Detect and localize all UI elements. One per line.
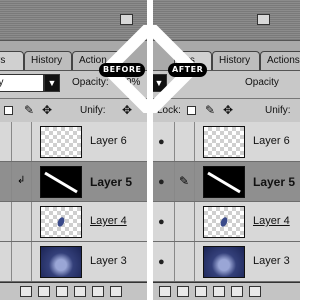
before-badge: BEFORE (99, 63, 146, 77)
layer-thumbnail (40, 206, 82, 238)
opacity-label: Opacity: (72, 77, 109, 88)
lock-label: Lock: (157, 105, 181, 116)
link-toggle[interactable] (12, 122, 32, 161)
before-panel: rs History Action ay ▼ Opacity: 0% ✎ ✥ U… (0, 0, 147, 300)
tab-layers[interactable]: rs (0, 51, 24, 70)
layer-thumbnail (40, 246, 82, 278)
link-toggle[interactable]: ↲ (12, 162, 32, 201)
layer-mask-button[interactable] (177, 286, 189, 297)
brush-lock-icon[interactable]: ✎ (24, 103, 34, 117)
lock-transparency-checkbox[interactable] (187, 106, 196, 115)
blend-mode-select[interactable]: ay (0, 74, 44, 92)
layer-name[interactable]: Layer 4 (253, 215, 290, 227)
eye-icon[interactable]: ● (158, 216, 165, 228)
link-toggle[interactable] (12, 242, 32, 281)
palette-bottom-bar (0, 282, 147, 300)
brush-stroke-icon (44, 171, 78, 194)
visibility-toggle[interactable] (0, 122, 12, 161)
new-set-button[interactable] (195, 286, 207, 297)
visibility-toggle[interactable]: ● (153, 202, 175, 241)
tab-history[interactable]: History (212, 51, 260, 70)
lock-transparency-checkbox[interactable] (4, 106, 13, 115)
layer-mask-button[interactable] (38, 286, 50, 297)
layer-thumbnail (203, 246, 245, 278)
link-toggle[interactable]: ✎ (175, 162, 195, 201)
layer-thumbnail (40, 166, 82, 198)
adjustment-layer-button[interactable] (74, 286, 86, 297)
move-lock-icon[interactable]: ✥ (223, 103, 233, 117)
layer-row[interactable]: Layer 4 (0, 202, 147, 242)
brush-lock-icon[interactable]: ✎ (205, 103, 215, 117)
delete-layer-button[interactable] (249, 286, 261, 297)
link-toggle[interactable] (175, 122, 195, 161)
layer-name[interactable]: Layer 6 (90, 135, 127, 147)
layers-list: Layer 6 ↲ Layer 5 Layer 4 Layer 3 (0, 122, 147, 282)
center-divider (147, 0, 153, 300)
new-layer-button[interactable] (92, 286, 104, 297)
link-toggle[interactable] (175, 242, 195, 281)
link-toggle[interactable] (12, 202, 32, 241)
layer-name[interactable]: Layer 3 (253, 255, 290, 267)
visibility-toggle[interactable] (0, 202, 12, 241)
opacity-value[interactable]: 0% (126, 77, 140, 88)
opacity-label: Opacity (245, 77, 279, 88)
palette-bottom-bar (153, 282, 300, 300)
layer-thumbnail (203, 166, 245, 198)
layer-name[interactable]: Layer 3 (90, 255, 127, 267)
layer-style-button[interactable] (159, 286, 171, 297)
brush-link-icon: ↲ (17, 175, 26, 186)
eye-icon[interactable]: ● (158, 176, 165, 188)
unify-position-icon[interactable]: ✥ (122, 103, 132, 117)
after-panel: ers History Actions ▼ Opacity Lock: ✎ ✥ … (153, 0, 300, 300)
after-badge: AFTER (168, 63, 208, 77)
layer-name[interactable]: Layer 6 (253, 135, 290, 147)
layer-row-selected[interactable]: ↲ Layer 5 (0, 162, 147, 202)
layer-row[interactable]: ● Layer 4 (153, 202, 300, 242)
unify-label: Unify: (265, 105, 291, 116)
brush-stroke-icon (207, 171, 241, 194)
layer-thumbnail (203, 206, 245, 238)
visibility-toggle[interactable]: ● (153, 122, 175, 161)
layer-thumbnail (40, 126, 82, 158)
tab-history[interactable]: History (24, 51, 72, 70)
layers-list: ● Layer 6 ● ✎ Layer 5 ● Layer 4 ● Layer … (153, 122, 300, 282)
visibility-toggle[interactable]: ● (153, 162, 175, 201)
drop-shape-icon (220, 217, 228, 227)
layer-thumbnail (203, 126, 245, 158)
layer-row[interactable]: ● Layer 3 (153, 242, 300, 282)
eye-icon[interactable]: ● (158, 136, 165, 148)
layer-name[interactable]: Layer 5 (253, 175, 295, 189)
layer-style-button[interactable] (20, 286, 32, 297)
adjustment-layer-button[interactable] (213, 286, 225, 297)
palette-menu-button[interactable] (120, 14, 133, 25)
palette-menu-button[interactable] (257, 14, 270, 25)
layer-row[interactable]: Layer 6 (0, 122, 147, 162)
link-toggle[interactable] (175, 202, 195, 241)
layer-name[interactable]: Layer 5 (90, 175, 132, 189)
tab-actions[interactable]: Actions (260, 51, 300, 70)
new-set-button[interactable] (56, 286, 68, 297)
move-lock-icon[interactable]: ✥ (42, 103, 52, 117)
layer-row[interactable]: Layer 3 (0, 242, 147, 282)
blend-mode-dropdown-button[interactable]: ▼ (44, 74, 60, 92)
delete-layer-button[interactable] (110, 286, 122, 297)
visibility-toggle[interactable] (0, 162, 12, 201)
eye-icon[interactable]: ● (158, 256, 165, 268)
new-layer-button[interactable] (231, 286, 243, 297)
layer-name[interactable]: Layer 4 (90, 215, 127, 227)
visibility-toggle[interactable]: ● (153, 242, 175, 281)
unify-label: Unify: (80, 105, 106, 116)
palette-titlebar (153, 0, 300, 41)
visibility-toggle[interactable] (0, 242, 12, 281)
blend-mode-dropdown-button[interactable]: ▼ (153, 74, 167, 92)
drop-shape-icon (57, 217, 65, 227)
layer-row-selected[interactable]: ● ✎ Layer 5 (153, 162, 300, 202)
paintbrush-icon: ✎ (179, 174, 190, 188)
palette-titlebar (0, 0, 147, 41)
layer-row[interactable]: ● Layer 6 (153, 122, 300, 162)
lock-row: Lock: ✎ ✥ Unify: (153, 98, 300, 124)
lock-row: ✎ ✥ Unify: ✥ (0, 98, 147, 124)
